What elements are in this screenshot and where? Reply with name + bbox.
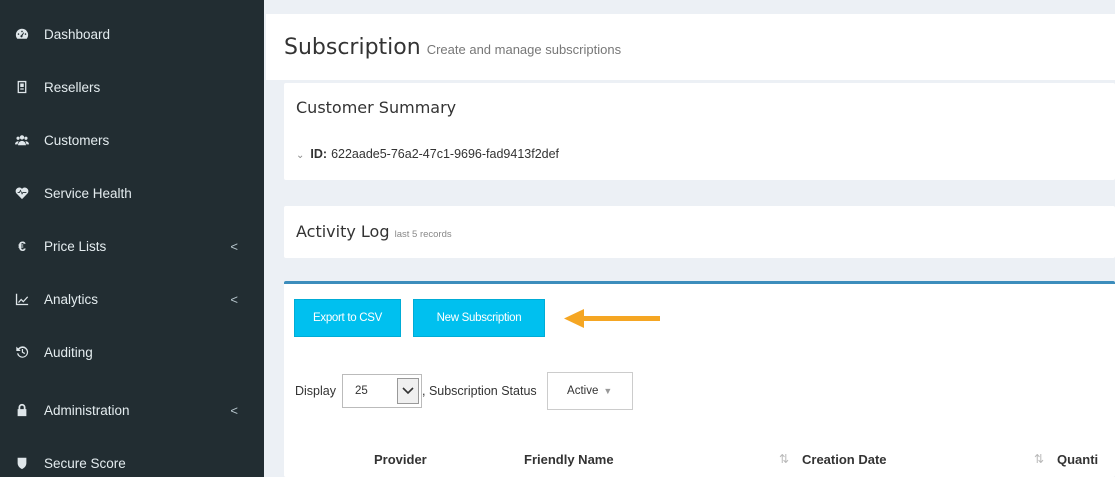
shield-icon [14,455,30,471]
euro-icon: € [18,238,26,254]
sidebar-item-customers[interactable]: Customers [0,114,264,166]
activity-log-title: Activity Log last 5 records [296,222,452,241]
sidebar-item-label: Administration [44,402,130,418]
sidebar-item-label: Resellers [44,79,101,95]
chevron-left-icon: < [230,238,238,254]
customer-summary-title: Customer Summary [296,98,457,117]
activity-log-title-text: Activity Log [296,222,390,241]
sidebar-item-label: Dashboard [44,26,111,42]
customer-id-row[interactable]: ⌄ ID: 622aade5-76a2-47c1-9696-fad9413f2def [296,147,559,161]
table-header: Provider Friendly Name ⇅ Creation Date ⇅… [284,446,1115,476]
sort-icon[interactable]: ⇅ [779,452,789,466]
reseller-icon [14,79,30,95]
sidebar-item-label: Auditing [44,344,93,360]
customer-summary-box: Customer Summary ⌄ ID: 622aade5-76a2-47c1-… [284,83,1115,180]
page-title-text: Subscription [284,35,421,60]
sidebar-item-label: Service Health [44,185,132,201]
subscription-status-select[interactable]: Active ▼ [546,372,633,410]
page-size-select[interactable]: 25 [342,374,422,408]
sidebar-item-resellers[interactable]: Resellers [0,61,264,113]
sidebar-item-secure-score[interactable]: Secure Score [0,437,264,477]
table-controls: Display 25 , Subscription Status Active ▼ [295,371,633,411]
sidebar-item-dashboard[interactable]: Dashboard [0,8,264,60]
activity-log-box: Activity Log last 5 records [284,206,1115,258]
chevron-left-icon: < [230,291,238,307]
line-chart-icon [14,291,30,307]
activity-log-note: last 5 records [394,229,452,240]
sidebar: Dashboard Resellers Customers Service He… [0,0,264,477]
column-header-friendly-name[interactable]: Friendly Name [524,452,614,467]
page-header: Subscription Create and manage subscripti… [266,14,1115,80]
sidebar-item-administration[interactable]: Administration < [0,384,264,436]
sidebar-item-label: Customers [44,132,110,148]
subscription-status-value: Active [567,385,599,397]
chevron-left-icon: < [230,402,238,418]
page-size-value: 25 [355,385,368,397]
users-icon [14,132,30,148]
subscriptions-box: Export to CSV New Subscription Display 2… [284,281,1115,477]
arrow-left-icon [564,309,660,328]
sidebar-item-label: Price Lists [44,238,107,254]
customer-id-value: 622aade5-76a2-47c1-9696-fad9413f2def [331,147,560,161]
sort-icon[interactable]: ⇅ [1034,452,1044,466]
display-label: Display [295,384,336,398]
chevron-down-icon[interactable]: ⌄ [296,150,304,161]
history-icon [14,344,30,360]
column-header-quantity[interactable]: Quanti [1057,452,1098,467]
sidebar-item-analytics[interactable]: Analytics < [0,273,264,325]
dashboard-icon [14,26,30,42]
main-content: Subscription Create and manage subscripti… [266,0,1115,477]
sidebar-item-price-lists[interactable]: € Price Lists < [0,220,264,272]
page-title: Subscription Create and manage subscripti… [284,35,621,60]
caret-down-icon: ▼ [603,386,613,396]
sidebar-item-auditing[interactable]: Auditing [0,326,264,378]
sidebar-item-label: Analytics [44,291,99,307]
subscription-status-label: , Subscription Status [422,384,537,398]
lock-icon [14,402,30,418]
sidebar-item-label: Secure Score [44,455,126,471]
page-subtitle: Create and manage subscriptions [426,42,622,57]
heartbeat-icon [14,185,30,201]
chevron-down-icon[interactable] [397,378,419,404]
export-csv-button[interactable]: Export to CSV [294,299,401,337]
sidebar-item-service-health[interactable]: Service Health [0,167,264,219]
new-subscription-button[interactable]: New Subscription [413,299,545,337]
customer-id-label: ID: [310,147,328,161]
column-header-provider[interactable]: Provider [374,452,427,467]
column-header-creation-date[interactable]: Creation Date [802,452,887,467]
